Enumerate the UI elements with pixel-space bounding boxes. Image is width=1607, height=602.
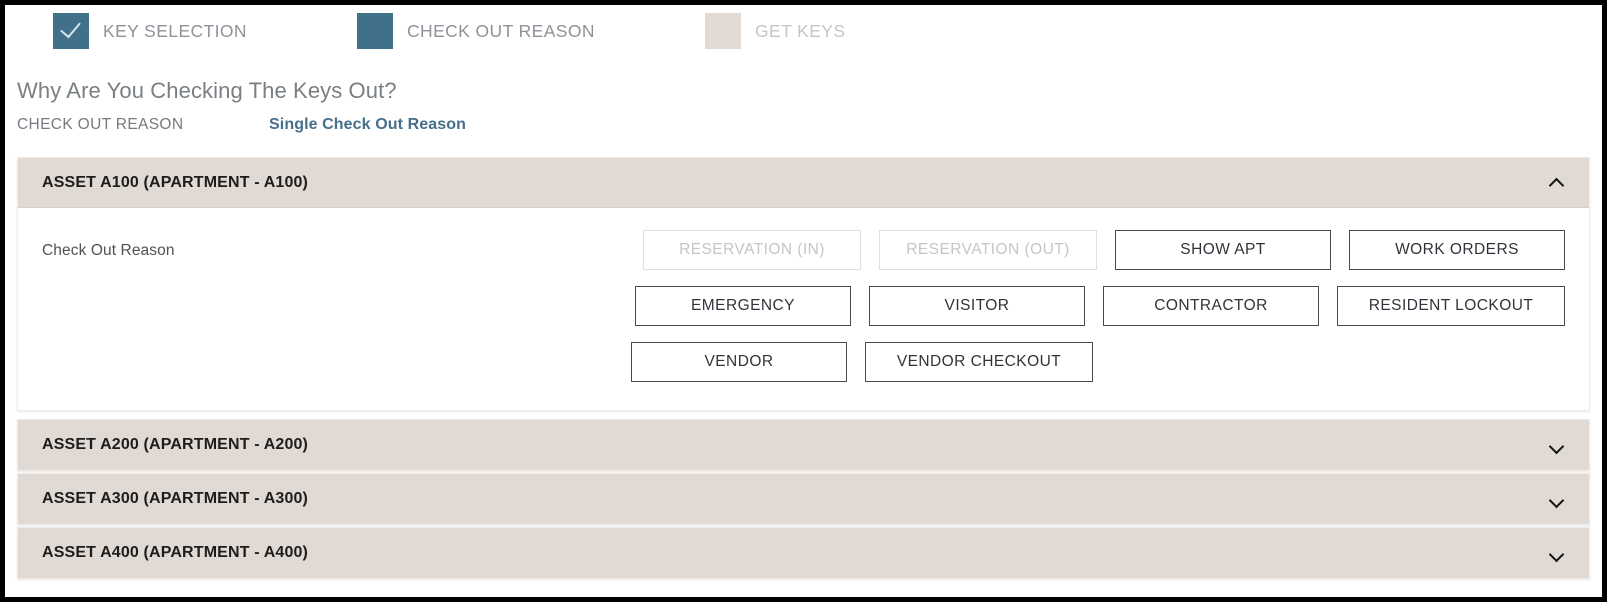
choice-row: RESERVATION (IN) RESERVATION (OUT) SHOW … [643,230,1565,270]
choice-vendor[interactable]: VENDOR [631,342,847,382]
step-label-get-keys: GET KEYS [755,20,846,41]
choice-show-apt[interactable]: SHOW APT [1115,230,1331,270]
check-out-reason-label: Check Out Reason [42,242,175,259]
accordion-panel-a200: ASSET A200 (APARTMENT - A200) [17,419,1590,471]
accordion-body-a100: Check Out Reason RESERVATION (IN) RESERV… [18,208,1589,410]
square-icon [357,13,393,49]
accordion-title-a100: ASSET A100 (APARTMENT - A100) [42,173,309,191]
accordion-header-a400[interactable]: ASSET A400 (APARTMENT - A400) [18,528,1589,578]
single-check-out-reason-link[interactable]: Single Check Out Reason [269,116,466,134]
wizard-stepper: KEY SELECTION CHECK OUT REASON GET KEYS [5,5,1602,59]
step-get-keys[interactable]: GET KEYS [705,11,845,51]
section-subheader: CHECK OUT REASON Single Check Out Reason [17,116,466,134]
page-content: KEY SELECTION CHECK OUT REASON GET KEYS … [5,5,1602,597]
step-key-selection[interactable]: KEY SELECTION [53,11,247,51]
choice-work-orders[interactable]: WORK ORDERS [1349,230,1565,270]
square-icon [705,13,741,49]
chevron-down-icon[interactable] [1550,546,1565,561]
choice-contractor[interactable]: CONTRACTOR [1103,286,1319,326]
choice-row: VENDOR VENDOR CHECKOUT [631,342,1093,382]
accordion-panel-a400: ASSET A400 (APARTMENT - A400) [17,527,1590,579]
accordion-title-a400: ASSET A400 (APARTMENT - A400) [42,544,309,561]
accordion-header-a300[interactable]: ASSET A300 (APARTMENT - A300) [18,474,1589,524]
accordion-title-a300: ASSET A300 (APARTMENT - A300) [42,490,309,507]
choice-vendor-checkout[interactable]: VENDOR CHECKOUT [865,342,1093,382]
choice-row: EMERGENCY VISITOR CONTRACTOR RESIDENT LO… [635,286,1565,326]
section-label: CHECK OUT REASON [17,116,184,133]
page-title: Why Are You Checking The Keys Out? [17,78,397,103]
accordion-title-a200: ASSET A200 (APARTMENT - A200) [42,436,309,453]
step-check-out-reason[interactable]: CHECK OUT REASON [357,11,595,51]
asset-accordion: ASSET A100 (APARTMENT - A100) Check Out … [17,157,1590,579]
choice-reservation-in[interactable]: RESERVATION (IN) [643,230,861,270]
accordion-header-a100[interactable]: ASSET A100 (APARTMENT - A100) [18,158,1589,208]
chevron-up-icon[interactable] [1550,175,1565,190]
check-icon [53,13,89,49]
check-out-reason-options: RESERVATION (IN) RESERVATION (OUT) SHOW … [542,230,1565,382]
chevron-down-icon[interactable] [1550,492,1565,507]
step-label-key-selection: KEY SELECTION [103,20,247,41]
chevron-down-icon[interactable] [1550,438,1565,453]
step-label-check-out-reason: CHECK OUT REASON [407,20,595,41]
choice-reservation-out[interactable]: RESERVATION (OUT) [879,230,1097,270]
accordion-panel-a100: ASSET A100 (APARTMENT - A100) Check Out … [17,157,1590,411]
accordion-panel-a300: ASSET A300 (APARTMENT - A300) [17,473,1590,525]
choice-resident-lockout[interactable]: RESIDENT LOCKOUT [1337,286,1565,326]
accordion-header-a200[interactable]: ASSET A200 (APARTMENT - A200) [18,420,1589,470]
app-window: KEY SELECTION CHECK OUT REASON GET KEYS … [0,0,1607,602]
choice-emergency[interactable]: EMERGENCY [635,286,851,326]
choice-visitor[interactable]: VISITOR [869,286,1085,326]
